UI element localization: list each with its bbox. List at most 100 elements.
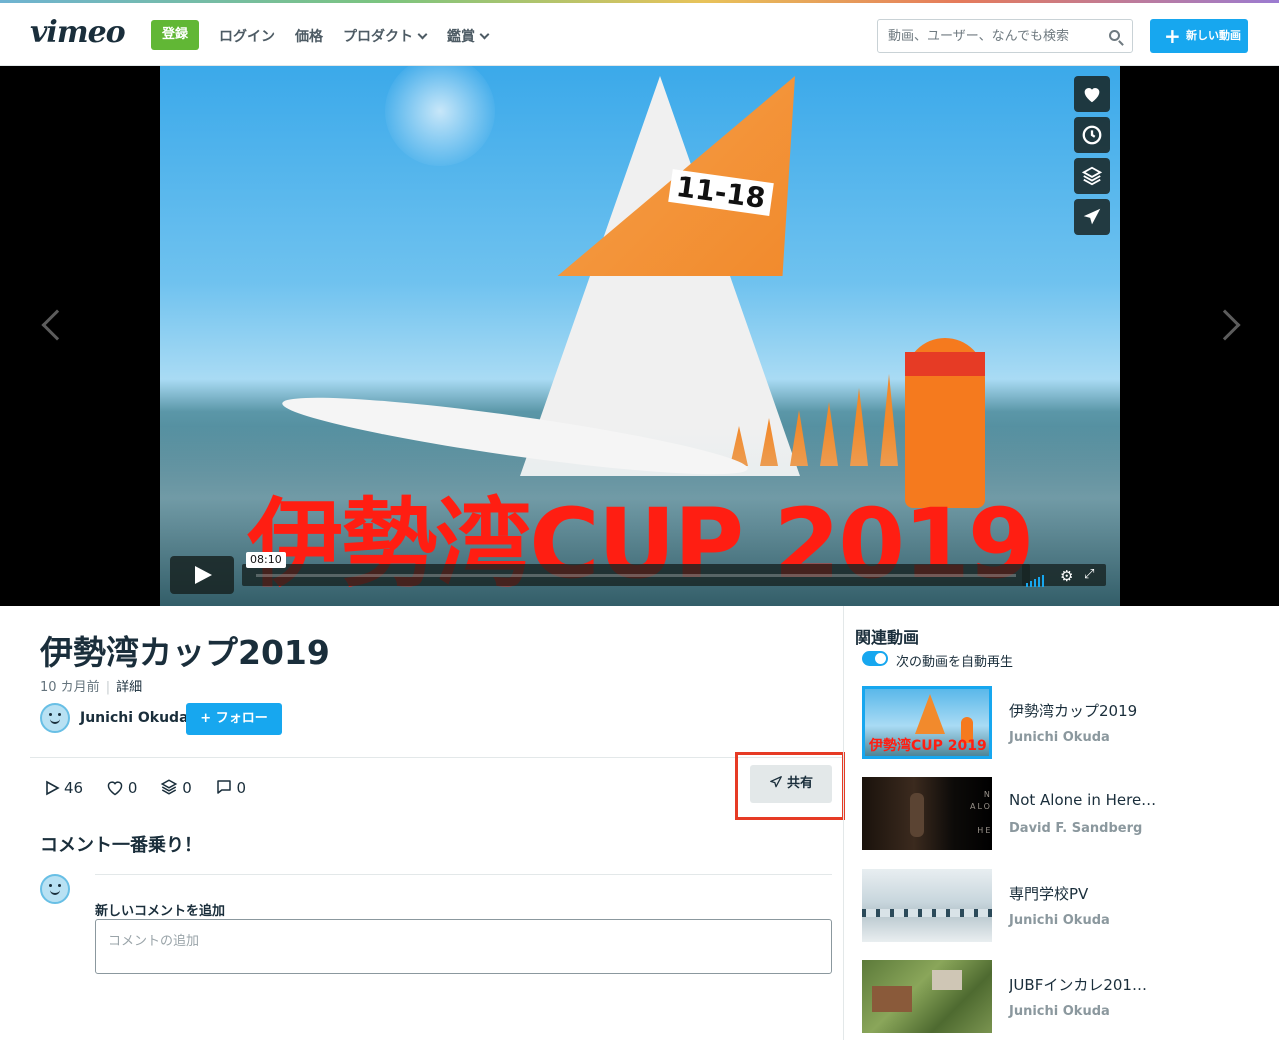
register-button[interactable]: 登録 (151, 20, 199, 50)
video-title: 伊勢湾カップ2019 (40, 633, 330, 672)
vimeo-logo[interactable]: vimeo (30, 15, 126, 50)
previous-video-arrow-icon[interactable] (41, 309, 73, 341)
comments-heading: コメント一番乗り！ (40, 835, 202, 856)
related-video-thumbnail[interactable] (862, 869, 992, 942)
gear-icon[interactable]: ⚙ (1060, 567, 1073, 585)
play-button[interactable] (170, 556, 234, 594)
related-video-thumbnail[interactable] (862, 960, 992, 1033)
sidebar-divider (843, 606, 844, 1040)
timecode: 08:10 (246, 552, 286, 568)
related-video-title[interactable]: JUBFインカレ201… (1009, 974, 1169, 995)
play-icon (46, 780, 60, 796)
nav-login[interactable]: ログイン (219, 26, 275, 46)
new-video-label: 新しい動画 (1186, 29, 1241, 42)
heart-icon (1084, 88, 1100, 103)
collections-button[interactable] (1074, 158, 1110, 194)
new-video-button[interactable]: + 新しい動画 (1150, 19, 1248, 53)
video-stats: 46 0 0 0 (44, 778, 264, 797)
add-comment-label: 新しいコメントを追加 (95, 904, 226, 919)
video-meta: 10 カ月前 | 詳細 (40, 676, 142, 695)
share-tool-button[interactable] (1074, 199, 1110, 235)
fullscreen-icon[interactable]: ⤢ (1084, 567, 1094, 582)
related-video-title[interactable]: 専門学校PV (1009, 883, 1169, 904)
nav-products-label: プロダクト (343, 29, 413, 45)
thumb-building (872, 986, 912, 1012)
search-box (877, 19, 1133, 53)
nav-login-label: ログイン (219, 29, 275, 45)
send-outline-icon (770, 776, 782, 788)
search-icon[interactable] (1109, 30, 1120, 41)
related-video-author[interactable]: Junichi Okuda (1009, 730, 1110, 745)
chevron-down-icon (417, 29, 428, 40)
likes-count: 0 (127, 779, 138, 797)
likes-stat[interactable]: 0 (106, 779, 138, 797)
comments-count: 0 (236, 779, 247, 797)
watch-later-button[interactable] (1074, 117, 1110, 153)
sun-glare (385, 66, 495, 166)
meta-separator: | (105, 680, 111, 695)
collections-stat[interactable]: 0 (160, 778, 192, 797)
thumb-crowd (862, 909, 992, 917)
thumb-figure (910, 793, 924, 837)
nav-watch[interactable]: 鑑賞 (447, 26, 490, 46)
divider (95, 874, 832, 875)
video-frame[interactable]: 11-18 伊勢湾CUP 2019 (160, 66, 1120, 606)
nav-pricing-label: 価格 (295, 29, 323, 45)
next-video-arrow-icon[interactable] (1209, 309, 1241, 341)
like-button[interactable] (1074, 76, 1110, 112)
related-video-item[interactable]: 専門学校PV Junichi Okuda (862, 869, 1272, 945)
chevron-down-icon (479, 29, 490, 40)
layers-outline-icon (160, 779, 178, 795)
autoplay-label: 次の動画を自動再生 (896, 655, 1014, 670)
details-link[interactable]: 詳細 (116, 680, 142, 695)
thumb-overlay-text: 伊勢湾CUP 2019 (869, 738, 987, 754)
heart-outline-icon (107, 781, 123, 796)
related-video-item[interactable]: JUBFインカレ201… Junichi Okuda (862, 960, 1272, 1036)
player-side-tools (1074, 76, 1110, 240)
send-icon (1083, 208, 1101, 225)
collections-count: 0 (182, 779, 192, 797)
owner-name[interactable]: Junichi Okuda (80, 710, 189, 726)
plays-stat: 46 (44, 779, 83, 797)
related-video-thumbnail[interactable]: 伊勢湾CUP 2019 (862, 686, 992, 759)
commenter-avatar (40, 874, 70, 904)
related-video-item[interactable]: NOT ALONE IN HERE Not Alone in Here… Dav… (862, 777, 1272, 853)
search-input[interactable] (878, 20, 1088, 52)
owner-avatar[interactable] (40, 703, 70, 733)
volume-icon[interactable] (1026, 568, 1046, 587)
upload-age: 10 カ月前 (40, 680, 100, 695)
related-videos-heading: 関連動画 (855, 628, 920, 647)
related-video-title[interactable]: 伊勢湾カップ2019 (1009, 700, 1169, 721)
thumb-overlay-text: NOT ALONE IN HERE (970, 790, 992, 835)
related-video-author[interactable]: David F. Sandberg (1009, 821, 1142, 836)
plays-count: 46 (64, 779, 84, 797)
comment-icon (216, 780, 231, 794)
comment-input[interactable] (95, 919, 832, 974)
share-label: 共有 (786, 776, 813, 791)
related-video-title[interactable]: Not Alone in Here… (1009, 791, 1169, 809)
comments-stat[interactable]: 0 (215, 778, 247, 797)
autoplay-toggle[interactable] (862, 651, 888, 666)
thumb-sail (915, 694, 945, 734)
related-video-item[interactable]: 伊勢湾CUP 2019 伊勢湾カップ2019 Junichi Okuda (862, 686, 1272, 762)
nav-products[interactable]: プロダクト (343, 26, 428, 46)
follow-button[interactable]: + フォロー (186, 703, 282, 735)
nav-pricing[interactable]: 価格 (295, 26, 323, 46)
clock-icon (1082, 125, 1102, 145)
related-video-thumbnail[interactable]: NOT ALONE IN HERE (862, 777, 992, 850)
video-details: 伊勢湾カップ2019 10 カ月前 | 詳細 Junichi Okuda + フォロ… (30, 606, 845, 1040)
progress-bar[interactable] (242, 564, 1030, 586)
layers-icon (1081, 166, 1103, 186)
player-controls: 08:10 ⚙ ⤢ (170, 552, 1110, 594)
share-button[interactable]: 共有 (750, 765, 832, 803)
related-video-author[interactable]: Junichi Okuda (1009, 913, 1110, 928)
divider (30, 757, 842, 758)
thumb-building (932, 970, 962, 990)
player-settings-group: ⚙ ⤢ (1022, 564, 1106, 587)
site-header: vimeo 登録 ログイン 価格 プロダクト 鑑賞 + 新しい動画 (0, 3, 1279, 66)
nav-watch-label: 鑑賞 (447, 29, 475, 45)
related-video-author[interactable]: Junichi Okuda (1009, 1004, 1110, 1019)
progress-track[interactable] (256, 574, 1016, 577)
video-player: 11-18 伊勢湾CUP 2019 08:10 ⚙ ⤢ (0, 66, 1279, 606)
plus-icon: + (1164, 24, 1181, 48)
